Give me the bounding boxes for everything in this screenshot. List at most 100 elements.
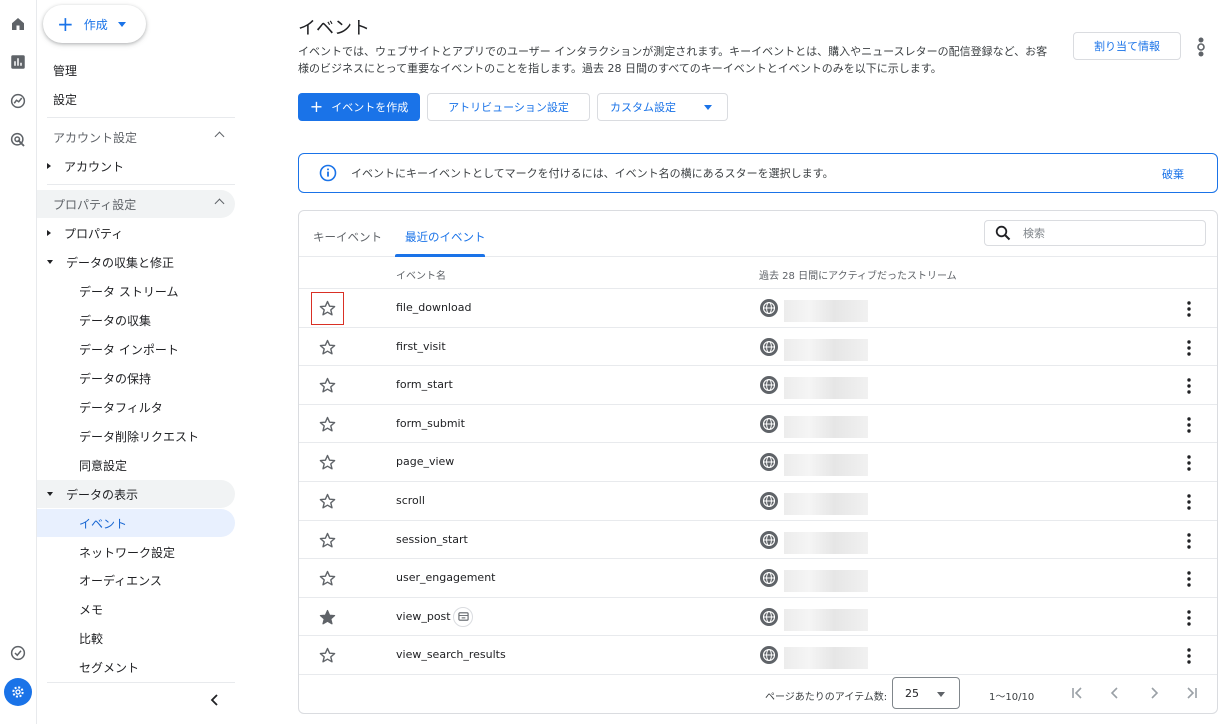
sidebar-item-property[interactable]: プロパティ xyxy=(37,219,235,247)
table-row[interactable]: form_submit xyxy=(299,405,1217,444)
dismiss-button[interactable]: 破棄 xyxy=(1162,166,1184,182)
table-row[interactable]: session_start xyxy=(299,521,1217,560)
next-page-icon[interactable] xyxy=(1146,685,1162,701)
previous-page-icon[interactable] xyxy=(1107,685,1123,701)
more-options-icon[interactable] xyxy=(1183,416,1195,434)
more-options-icon[interactable] xyxy=(1183,532,1195,550)
sidebar-item-consent[interactable]: 同意設定 xyxy=(37,451,235,479)
web-stream-icon xyxy=(760,337,778,356)
custom-settings-dropdown[interactable] xyxy=(688,93,728,121)
star-filled-icon[interactable] xyxy=(319,609,336,626)
more-options-icon[interactable] xyxy=(1183,377,1195,395)
sidebar-group-data-display[interactable]: データの表示 xyxy=(37,480,235,508)
sidebar-item-data-collection[interactable]: データの収集 xyxy=(37,306,235,334)
star-icon[interactable] xyxy=(319,339,336,356)
tab-bar: キーイベント 最近のイベント xyxy=(299,211,1217,257)
home-icon[interactable] xyxy=(6,12,30,36)
star-icon[interactable] xyxy=(311,292,344,325)
dev-tools-icon[interactable] xyxy=(1194,36,1208,58)
sidebar-item-notes[interactable]: メモ xyxy=(37,595,235,623)
event-name[interactable]: view_post xyxy=(396,610,451,623)
attribution-settings-button[interactable]: アトリビューション設定 xyxy=(427,93,590,121)
sidebar-item-account[interactable]: アカウント xyxy=(37,152,235,180)
sidebar-group-data-collection[interactable]: データの収集と修正 xyxy=(37,248,235,276)
event-name[interactable]: session_start xyxy=(396,533,468,546)
explore-icon[interactable] xyxy=(6,89,30,113)
events-card: キーイベント 最近のイベント イベント名 過去 28 日間にアクティブだったスト… xyxy=(298,210,1218,714)
redacted-stream-name xyxy=(784,570,868,593)
advertising-icon[interactable] xyxy=(6,128,30,152)
sidebar-item-comparisons[interactable]: 比較 xyxy=(37,624,235,652)
main-content: イベント イベントでは、ウェブサイトとアプリでのユーザー インタラクションが測定… xyxy=(250,0,1228,724)
sidebar-item-data-filters[interactable]: データフィルタ xyxy=(37,393,235,421)
event-name[interactable]: scroll xyxy=(396,494,425,507)
event-name[interactable]: form_start xyxy=(396,378,453,391)
search-box[interactable] xyxy=(984,220,1206,246)
search-input[interactable] xyxy=(1023,226,1173,240)
tab-recent-events[interactable]: 最近のイベント xyxy=(405,229,486,245)
redacted-stream-name xyxy=(784,300,868,322)
redacted-stream-name xyxy=(784,377,868,400)
banner-message: イベントにキーイベントとしてマークを付けるには、イベント名の横にあるスターを選択… xyxy=(351,167,834,180)
caret-down-icon xyxy=(117,21,126,27)
event-name[interactable]: page_view xyxy=(396,455,454,468)
event-name[interactable]: form_submit xyxy=(396,417,465,430)
web-stream-icon xyxy=(760,376,778,395)
event-name[interactable]: file_download xyxy=(396,301,471,314)
more-options-icon[interactable] xyxy=(1183,609,1195,627)
table-row[interactable]: page_view xyxy=(299,443,1217,482)
sidebar-item-segments[interactable]: セグメント xyxy=(37,653,235,681)
sidebar-section-property[interactable]: プロパティ設定 xyxy=(37,190,235,218)
table-row[interactable]: file_download xyxy=(299,289,1217,328)
chevron-up-icon xyxy=(214,198,225,209)
more-options-icon[interactable] xyxy=(1183,493,1195,511)
table-row[interactable]: user_engagement xyxy=(299,559,1217,598)
sidebar-item-data-import[interactable]: データ インポート xyxy=(37,335,235,363)
settings-icon[interactable] xyxy=(4,678,32,706)
per-page-select[interactable]: 25 xyxy=(892,677,960,709)
reports-icon[interactable] xyxy=(6,50,30,74)
sidebar-item-events[interactable]: イベント xyxy=(37,509,235,537)
pagination: ページあたりのアイテム数: 25 1〜10/10 xyxy=(299,675,1217,713)
table-row[interactable]: view_search_results xyxy=(299,636,1217,675)
table-row[interactable]: scroll xyxy=(299,482,1217,521)
sidebar-item-settings[interactable]: 設定 xyxy=(37,85,235,113)
star-icon[interactable] xyxy=(319,493,336,510)
event-name[interactable]: view_search_results xyxy=(396,648,506,661)
star-icon[interactable] xyxy=(319,454,336,471)
create-button[interactable]: + 作成 xyxy=(43,5,146,43)
more-options-icon[interactable] xyxy=(1183,300,1195,318)
custom-settings-button[interactable]: カスタム設定 xyxy=(597,93,689,121)
collapse-sidebar-icon[interactable] xyxy=(207,692,223,708)
first-page-icon[interactable] xyxy=(1069,685,1085,701)
sidebar-item-audiences[interactable]: オーディエンス xyxy=(37,566,235,594)
more-options-icon[interactable] xyxy=(1183,454,1195,472)
star-icon[interactable] xyxy=(319,570,336,587)
sidebar-section-account[interactable]: アカウント設定 xyxy=(37,123,235,151)
table-row[interactable]: form_start xyxy=(299,366,1217,405)
event-name[interactable]: user_engagement xyxy=(396,571,495,584)
create-event-button[interactable]: + イベントを作成 xyxy=(298,93,420,121)
event-details-icon[interactable] xyxy=(453,606,473,627)
more-options-icon[interactable] xyxy=(1183,339,1195,357)
page-range: 1〜10/10 xyxy=(989,692,1035,703)
more-options-icon[interactable] xyxy=(1183,570,1195,588)
web-stream-icon xyxy=(760,299,778,317)
sidebar-item-admin[interactable]: 管理 xyxy=(37,56,235,84)
event-name[interactable]: first_visit xyxy=(396,340,446,353)
star-icon[interactable] xyxy=(319,532,336,549)
tab-key-events[interactable]: キーイベント xyxy=(313,229,382,245)
sidebar-item-data-streams[interactable]: データ ストリーム xyxy=(37,277,235,305)
sidebar-item-data-deletion[interactable]: データ削除リクエスト xyxy=(37,422,235,450)
sidebar-item-data-retention[interactable]: データの保持 xyxy=(37,364,235,392)
star-icon[interactable] xyxy=(319,377,336,394)
last-page-icon[interactable] xyxy=(1184,685,1200,701)
star-icon[interactable] xyxy=(319,416,336,433)
assignment-info-button[interactable]: 割り当て情報 xyxy=(1073,32,1181,60)
star-icon[interactable] xyxy=(319,647,336,664)
more-options-icon[interactable] xyxy=(1183,647,1195,665)
table-row[interactable]: view_post xyxy=(299,598,1217,637)
checklist-icon[interactable] xyxy=(6,641,30,665)
sidebar-item-network[interactable]: ネットワーク設定 xyxy=(37,538,235,566)
table-row[interactable]: first_visit xyxy=(299,328,1217,367)
